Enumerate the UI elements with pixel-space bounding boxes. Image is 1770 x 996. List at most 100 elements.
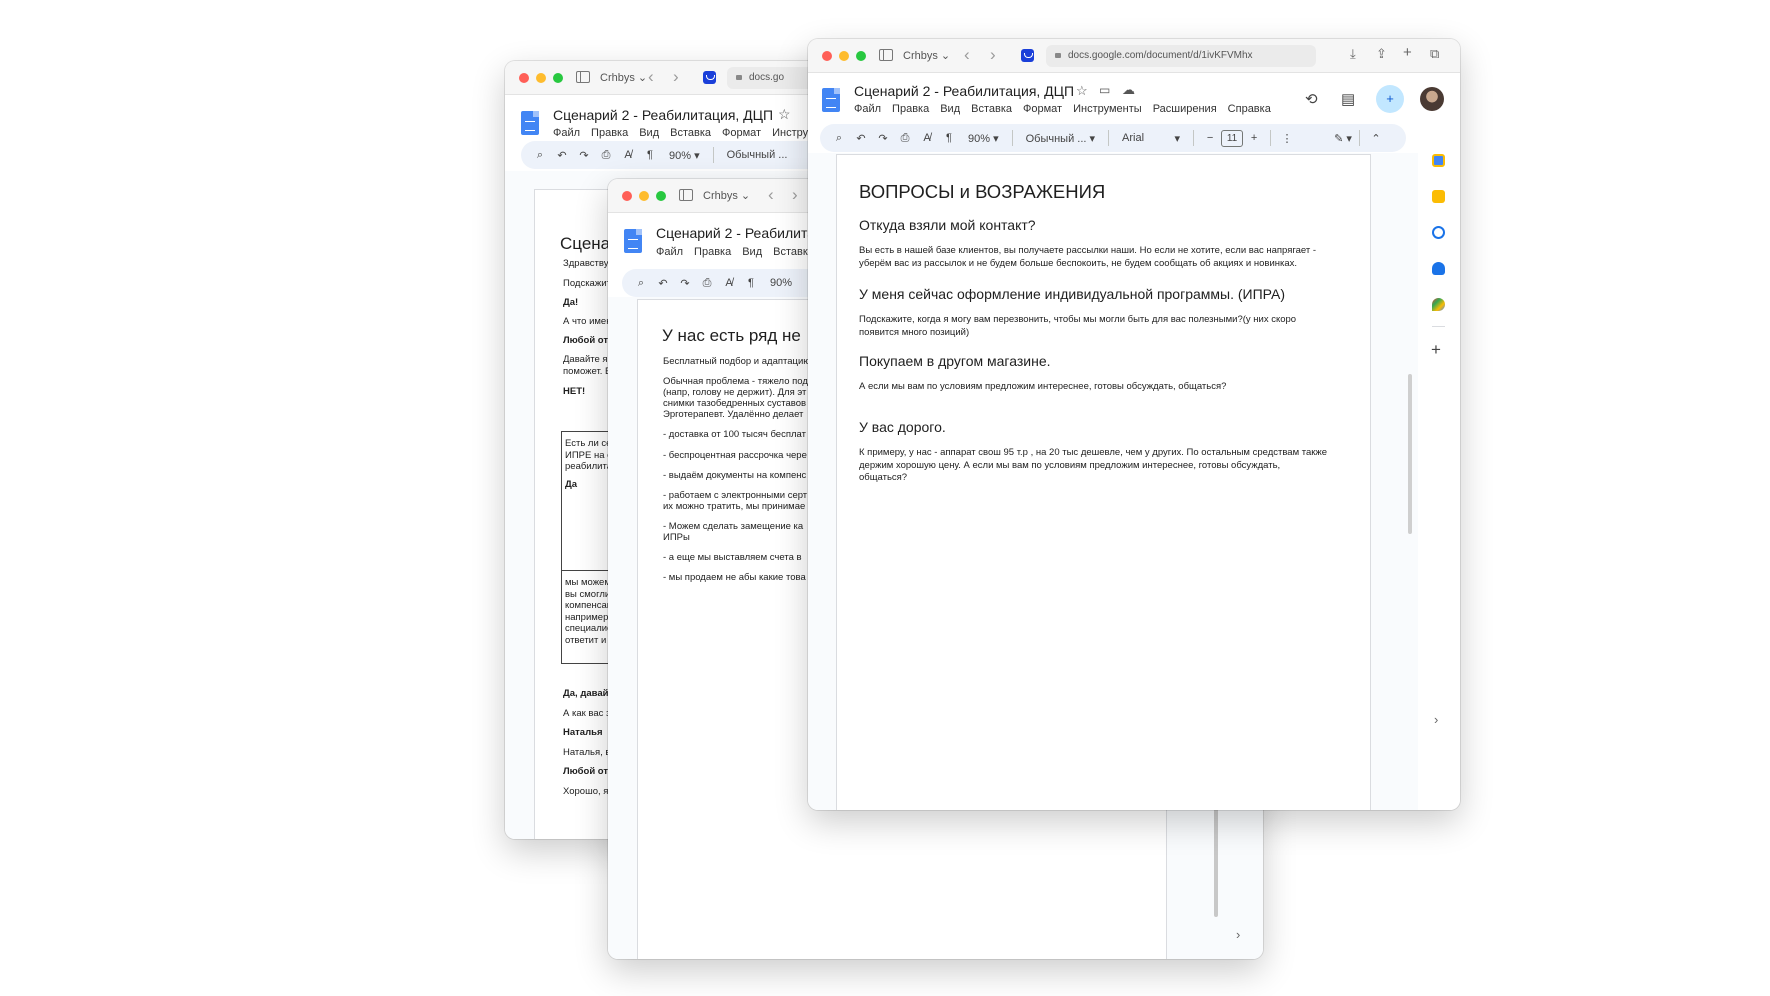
spellcheck-icon[interactable]: A̸ xyxy=(916,132,938,144)
style-select[interactable]: Обычный ... ▾ xyxy=(1018,132,1103,145)
minimize-window-button[interactable] xyxy=(536,73,546,83)
font-select[interactable]: Arial ▾ xyxy=(1114,132,1188,145)
paint-format-icon[interactable]: ¶ xyxy=(639,149,661,161)
undo-icon[interactable]: ↶ xyxy=(551,149,573,162)
redo-icon[interactable]: ↷ xyxy=(573,149,595,162)
more-options-icon[interactable]: ⋮ xyxy=(1276,132,1298,145)
close-window-button[interactable] xyxy=(622,191,632,201)
print-icon[interactable]: ⎙ xyxy=(894,132,916,145)
profile-selector[interactable]: Crhbys ⌄ xyxy=(903,49,950,62)
calendar-icon[interactable] xyxy=(1432,154,1445,167)
print-icon[interactable]: ⎙ xyxy=(595,149,617,162)
bitwarden-extension-icon[interactable] xyxy=(703,71,716,84)
paint-format-icon[interactable]: ¶ xyxy=(740,277,762,289)
undo-icon[interactable]: ↶ xyxy=(850,132,872,145)
back-arrow-icon[interactable]: ‹ xyxy=(768,185,774,205)
increase-font-size-button[interactable]: + xyxy=(1243,132,1265,144)
zoom-select[interactable]: 90% xyxy=(762,277,800,289)
add-addon-icon[interactable]: + xyxy=(1431,340,1441,360)
cloud-status-icon[interactable]: ☁ xyxy=(1122,82,1135,98)
comments-icon[interactable]: ▤ xyxy=(1341,90,1355,108)
chevron-right-icon[interactable]: › xyxy=(1434,712,1438,727)
tasks-icon[interactable] xyxy=(1432,226,1445,239)
zoom-select[interactable]: 90% ▾ xyxy=(661,149,708,162)
google-docs-logo-icon[interactable] xyxy=(521,111,539,135)
menu-item[interactable]: Вид xyxy=(742,246,762,258)
decrease-font-size-button[interactable]: − xyxy=(1199,132,1221,144)
print-icon[interactable]: ⎙ xyxy=(696,277,718,290)
chevron-right-icon[interactable]: › xyxy=(1236,927,1240,942)
tab-overview-icon[interactable]: ⧉ xyxy=(1430,46,1439,62)
document-title[interactable]: Сценарий 2 - Реабилитация, ДЦП xyxy=(854,83,1074,99)
version-history-icon[interactable]: ⟲ xyxy=(1305,90,1318,108)
menu-item[interactable]: Правка xyxy=(591,127,628,139)
forward-arrow-icon[interactable]: › xyxy=(990,45,996,65)
menu-item[interactable]: Формат xyxy=(1023,103,1062,115)
menu-item[interactable]: Вставка xyxy=(971,103,1012,115)
share-icon[interactable]: ⇪ xyxy=(1376,46,1387,62)
collapse-menus-icon[interactable]: ⌃ xyxy=(1365,132,1387,145)
vertical-scrollbar[interactable] xyxy=(1214,807,1218,917)
bitwarden-extension-icon[interactable] xyxy=(1021,49,1034,62)
close-window-button[interactable] xyxy=(519,73,529,83)
close-window-button[interactable] xyxy=(822,51,832,61)
menu-item[interactable]: Формат xyxy=(722,127,761,139)
menu-item[interactable]: Вставка xyxy=(670,127,711,139)
profile-selector[interactable]: Crhbys ⌄ xyxy=(703,189,750,202)
style-select[interactable]: Обычный ... xyxy=(719,149,796,161)
menu-item[interactable]: Файл xyxy=(656,246,683,258)
profile-selector[interactable]: Crhbys ⌄ xyxy=(600,71,647,84)
sidebar-toggle-icon[interactable] xyxy=(576,71,590,83)
menu-item[interactable]: Инструменты xyxy=(1073,103,1142,115)
menu-item[interactable]: Вид xyxy=(639,127,659,139)
keep-icon[interactable] xyxy=(1432,190,1445,203)
maximize-window-button[interactable] xyxy=(553,73,563,83)
menu-item[interactable]: Правка xyxy=(892,103,929,115)
star-icon[interactable]: ☆ xyxy=(1076,83,1088,99)
contacts-icon[interactable] xyxy=(1432,262,1445,275)
search-menus-icon[interactable]: ⌕ xyxy=(529,149,551,162)
star-icon[interactable]: ☆ xyxy=(778,106,791,123)
menu-item[interactable]: Вид xyxy=(940,103,960,115)
vertical-scrollbar[interactable] xyxy=(1408,374,1412,534)
font-size-input[interactable]: 11 xyxy=(1221,129,1244,147)
maps-icon[interactable] xyxy=(1432,298,1445,311)
sidebar-toggle-icon[interactable] xyxy=(679,189,693,201)
search-menus-icon[interactable]: ⌕ xyxy=(828,132,850,145)
forward-arrow-icon[interactable]: › xyxy=(792,185,798,205)
spellcheck-icon[interactable]: A̸ xyxy=(617,149,639,161)
minimize-window-button[interactable] xyxy=(639,191,649,201)
editing-mode-icon[interactable]: ✎ ▾ xyxy=(1332,132,1354,145)
maximize-window-button[interactable] xyxy=(856,51,866,61)
download-icon[interactable]: ⤓ xyxy=(1350,46,1356,62)
back-arrow-icon[interactable]: ‹ xyxy=(648,67,654,87)
new-tab-icon[interactable]: + xyxy=(1403,44,1412,61)
menu-item[interactable]: Справка xyxy=(1228,103,1271,115)
move-folder-icon[interactable]: ▭ xyxy=(1099,83,1110,97)
redo-icon[interactable]: ↷ xyxy=(872,132,894,145)
menu-item[interactable]: Правка xyxy=(694,246,731,258)
address-bar[interactable]: docs.google.com/document/d/1ivKFVMhx xyxy=(1046,45,1316,67)
menu-item[interactable]: Файл xyxy=(854,103,881,115)
zoom-select[interactable]: 90% ▾ xyxy=(960,132,1007,145)
minimize-window-button[interactable] xyxy=(839,51,849,61)
redo-icon[interactable]: ↷ xyxy=(674,277,696,290)
menu-item[interactable]: Файл xyxy=(553,127,580,139)
menu-item[interactable]: Инстру xyxy=(772,127,808,139)
paint-format-icon[interactable]: ¶ xyxy=(938,132,960,144)
google-docs-logo-icon[interactable] xyxy=(822,88,840,112)
share-button[interactable]: + xyxy=(1376,85,1404,113)
spellcheck-icon[interactable]: A̸ xyxy=(718,277,740,289)
menu-item[interactable]: Расширения xyxy=(1153,103,1217,115)
search-menus-icon[interactable]: ⌕ xyxy=(630,277,652,290)
user-avatar[interactable] xyxy=(1420,87,1444,111)
document-title[interactable]: Сценарий 2 - Реабилитац xyxy=(656,225,823,241)
back-arrow-icon[interactable]: ‹ xyxy=(964,45,970,65)
sidebar-toggle-icon[interactable] xyxy=(879,49,893,61)
document-page[interactable]: ВОПРОСЫ и ВОЗРАЖЕНИЯ Откуда взяли мой ко… xyxy=(836,154,1371,810)
forward-arrow-icon[interactable]: › xyxy=(673,67,679,87)
maximize-window-button[interactable] xyxy=(656,191,666,201)
google-docs-logo-icon[interactable] xyxy=(624,229,642,253)
document-title[interactable]: Сценарий 2 - Реабилитация, ДЦП xyxy=(553,107,773,123)
undo-icon[interactable]: ↶ xyxy=(652,277,674,290)
